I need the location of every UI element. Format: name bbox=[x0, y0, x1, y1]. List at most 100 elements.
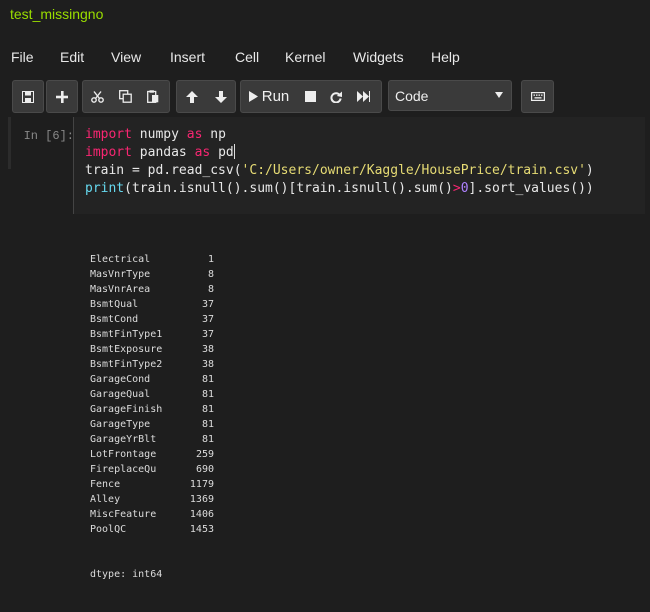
output-row-value: 1179 bbox=[189, 479, 214, 490]
output-row-name: Electrical bbox=[90, 254, 151, 265]
code-line-1: import numpy as np bbox=[85, 127, 226, 142]
input-prompt: In [6]: bbox=[23, 129, 74, 143]
menu-view[interactable]: View bbox=[111, 49, 141, 65]
output-row: BsmtFinType1 37 bbox=[90, 327, 214, 342]
text-cursor bbox=[233, 144, 235, 159]
output-row: MasVnrArea 8 bbox=[90, 282, 214, 297]
code-text[interactable]: import numpy as np import pandas as pd t… bbox=[85, 126, 594, 198]
output-row-name: BsmtFinType2 bbox=[90, 359, 163, 370]
cut-button[interactable] bbox=[83, 81, 111, 112]
edit-group bbox=[82, 80, 170, 113]
output-row: MasVnrType 8 bbox=[90, 267, 214, 282]
output-row: Fence 1179 bbox=[90, 477, 214, 492]
output-row-value: 81 bbox=[201, 389, 214, 400]
output-row-name: GarageYrBlt bbox=[90, 434, 157, 445]
output-row-name: BsmtExposure bbox=[90, 344, 163, 355]
copy-icon bbox=[118, 90, 132, 103]
output-row-value: 1369 bbox=[189, 494, 214, 505]
restart-button[interactable] bbox=[323, 81, 349, 112]
output-row-value: 1 bbox=[207, 254, 214, 265]
output-row: MiscFeature 1406 bbox=[90, 507, 214, 522]
output-row: GarageCond 81 bbox=[90, 372, 214, 387]
code-cell[interactable]: In [6]: import numpy as np import pandas… bbox=[8, 117, 645, 580]
output-row: GarageYrBlt 81 bbox=[90, 432, 214, 447]
output-dtype: dtype: int64 bbox=[90, 569, 163, 580]
menu-help[interactable]: Help bbox=[431, 49, 460, 65]
output-row-value: 1406 bbox=[189, 509, 214, 520]
output-row: Alley 1369 bbox=[90, 492, 214, 507]
run-button[interactable]: Run bbox=[241, 81, 297, 112]
toolbar: Run Code bbox=[0, 80, 650, 114]
code-line-2: import pandas as pd bbox=[85, 144, 235, 160]
cell-selection-bar bbox=[8, 117, 11, 169]
menu-kernel[interactable]: Kernel bbox=[285, 49, 325, 65]
cell-type-select[interactable]: Code bbox=[388, 80, 512, 111]
menu-edit[interactable]: Edit bbox=[60, 49, 84, 65]
move-down-button[interactable] bbox=[206, 81, 235, 112]
run-label: Run bbox=[261, 88, 290, 105]
output-row-name: MiscFeature bbox=[90, 509, 157, 520]
chevron-down-icon bbox=[495, 92, 503, 98]
stop-button[interactable] bbox=[297, 81, 323, 112]
output-row-name: BsmtFinType1 bbox=[90, 329, 163, 340]
menu-insert[interactable]: Insert bbox=[170, 49, 205, 65]
code-editor[interactable]: import numpy as np import pandas as pd t… bbox=[73, 117, 645, 214]
output-row-value: 37 bbox=[201, 314, 214, 325]
output-row-value: 259 bbox=[195, 449, 214, 460]
paste-button[interactable] bbox=[139, 81, 167, 112]
save-group bbox=[12, 80, 44, 113]
output-row-name: LotFrontage bbox=[90, 449, 157, 460]
run-group: Run bbox=[240, 80, 382, 113]
output-row-value: 690 bbox=[195, 464, 214, 475]
command-palette-button[interactable] bbox=[522, 81, 553, 112]
output-row: BsmtQual 37 bbox=[90, 297, 214, 312]
move-up-button[interactable] bbox=[177, 81, 206, 112]
output-row-name: BsmtCond bbox=[90, 314, 139, 325]
output-row-name: BsmtQual bbox=[90, 299, 139, 310]
output-row-name: GarageFinish bbox=[90, 404, 163, 415]
output-row: Electrical 1 bbox=[90, 252, 214, 267]
menu-cell[interactable]: Cell bbox=[235, 49, 259, 65]
output-row-name: MasVnrArea bbox=[90, 284, 151, 295]
move-group bbox=[176, 80, 236, 113]
move-down-icon bbox=[214, 90, 227, 103]
output-row-name: Fence bbox=[90, 479, 121, 490]
output-row: BsmtCond 37 bbox=[90, 312, 214, 327]
output-row-name: GarageQual bbox=[90, 389, 151, 400]
output-row-name: GarageCond bbox=[90, 374, 151, 385]
save-button[interactable] bbox=[13, 81, 43, 112]
output-row: LotFrontage 259 bbox=[90, 447, 214, 462]
output-row: GarageType 81 bbox=[90, 417, 214, 432]
cell-type-value: Code bbox=[395, 88, 429, 104]
stop-icon bbox=[304, 91, 316, 102]
run-all-button[interactable] bbox=[349, 81, 377, 112]
output-row-value: 81 bbox=[201, 434, 214, 445]
paste-icon bbox=[147, 90, 159, 103]
insert-cell-icon bbox=[56, 90, 68, 103]
output-row-name: PoolQC bbox=[90, 524, 127, 535]
output-row-value: 1453 bbox=[189, 524, 214, 535]
output-row: GarageFinish 81 bbox=[90, 402, 214, 417]
code-line-3: train = pd.read_csv('C:/Users/owner/Kagg… bbox=[85, 163, 594, 178]
output-row: BsmtFinType2 38 bbox=[90, 357, 214, 372]
restart-icon bbox=[330, 91, 342, 103]
code-line-4: print(train.isnull().sum()[train.isnull(… bbox=[85, 181, 594, 196]
menu-file[interactable]: File bbox=[11, 49, 34, 65]
notebook-title[interactable]: test_missingno bbox=[10, 6, 103, 22]
insert-cell-button[interactable] bbox=[47, 81, 77, 112]
output-row-value: 8 bbox=[207, 269, 214, 280]
output-row-value: 37 bbox=[201, 299, 214, 310]
output-row: GarageQual 81 bbox=[90, 387, 214, 402]
keyboard-group bbox=[521, 80, 554, 113]
output-row-value: 81 bbox=[201, 404, 214, 415]
insert-group bbox=[46, 80, 78, 113]
copy-button[interactable] bbox=[111, 81, 139, 112]
output-row: PoolQC 1453 bbox=[90, 522, 214, 537]
save-icon bbox=[22, 90, 34, 103]
cut-icon bbox=[90, 90, 104, 103]
output-row-name: MasVnrType bbox=[90, 269, 151, 280]
output-row-name: GarageType bbox=[90, 419, 151, 430]
menu-widgets[interactable]: Widgets bbox=[353, 49, 404, 65]
output-row-value: 38 bbox=[201, 344, 214, 355]
cell-output: Electrical 1 MasVnrType 8 MasVnrArea 8 BsmtQua… bbox=[90, 222, 214, 612]
